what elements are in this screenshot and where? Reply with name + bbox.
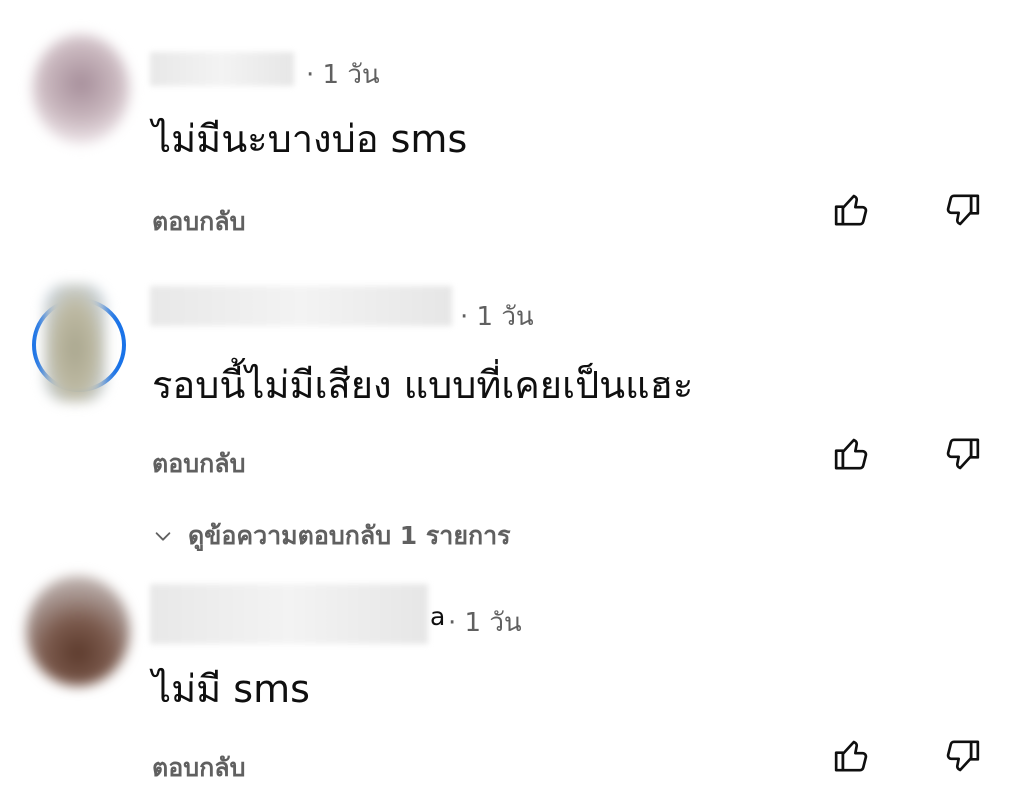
chevron-down-icon — [152, 525, 174, 547]
reply-button[interactable]: ตอบกลับ — [152, 748, 245, 788]
comment-item: · 1 วัน ไม่มีนะบางบ่อ sms ตอบกลับ — [0, 0, 1024, 262]
comment-item: a · 1 วัน ไม่มี sms ตอบกลับ — [0, 572, 1024, 792]
reply-button[interactable]: ตอบกลับ — [152, 444, 245, 484]
author-name-redacted[interactable] — [150, 584, 428, 644]
thumbs-up-icon — [832, 736, 872, 780]
thumbs-up-icon — [832, 190, 872, 234]
comments-section: · 1 วัน ไม่มีนะบางบ่อ sms ตอบกลับ · 1 วั… — [0, 0, 1024, 792]
avatar[interactable] — [32, 34, 130, 144]
author-name-tail: a — [430, 602, 446, 631]
thumbs-up-icon — [832, 434, 872, 478]
comment-text: ไม่มีนะบางบ่อ sms — [152, 117, 468, 161]
comment-timestamp: · 1 วัน — [460, 302, 534, 332]
view-replies-label: ดูข้อความตอบกลับ 1 รายการ — [188, 521, 511, 550]
thumbs-down-icon — [942, 736, 982, 780]
author-name-redacted[interactable] — [150, 52, 294, 86]
like-button[interactable] — [830, 434, 874, 478]
comment-item: · 1 วัน รอบนี้ไม่มีเสียง แบบที่เคยเป็นแฮ… — [0, 262, 1024, 572]
dislike-button[interactable] — [940, 434, 984, 478]
reply-button[interactable]: ตอบกลับ — [152, 202, 245, 242]
comment-text: ไม่มี sms — [152, 667, 310, 711]
dislike-button[interactable] — [940, 190, 984, 234]
avatar[interactable] — [26, 576, 130, 686]
like-button[interactable] — [830, 736, 874, 780]
like-button[interactable] — [830, 190, 874, 234]
thumbs-down-icon — [942, 190, 982, 234]
comment-text: รอบนี้ไม่มีเสียง แบบที่เคยเป็นแฮะ — [152, 363, 694, 407]
comment-timestamp: · 1 วัน — [448, 608, 522, 638]
dislike-button[interactable] — [940, 736, 984, 780]
author-name-redacted[interactable] — [150, 286, 452, 326]
avatar[interactable] — [44, 284, 106, 402]
comment-timestamp: · 1 วัน — [306, 60, 380, 90]
view-replies-button[interactable]: ดูข้อความตอบกลับ 1 รายการ — [152, 516, 511, 556]
thumbs-down-icon — [942, 434, 982, 478]
